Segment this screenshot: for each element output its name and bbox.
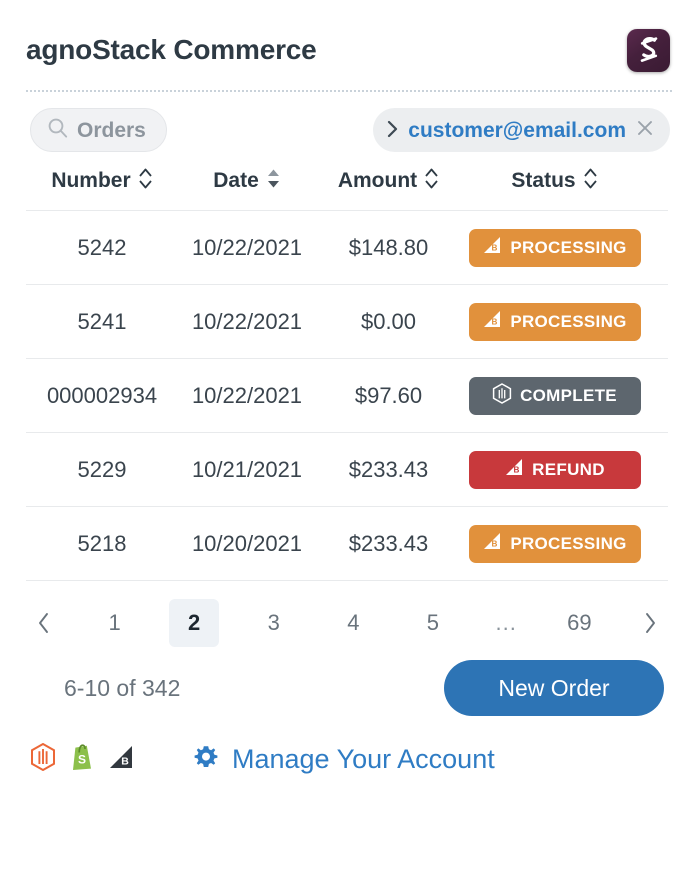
- column-label: Date: [213, 169, 259, 192]
- table-row[interactable]: 5241 10/22/2021 $0.00 B PROCESSING: [26, 284, 668, 358]
- status-label: COMPLETE: [520, 385, 617, 405]
- chevron-right-icon[interactable]: [387, 120, 398, 141]
- svg-text:S: S: [78, 753, 86, 767]
- table-bottom-border: [26, 580, 668, 581]
- cell-amount: $233.43: [348, 456, 429, 482]
- cell-date: 10/22/2021: [191, 234, 303, 260]
- column-header-amount[interactable]: Amount: [316, 166, 461, 197]
- pagination: 1 2 3 4 5 ... 69: [26, 591, 668, 655]
- pagination-page-1[interactable]: 1: [90, 599, 140, 647]
- status-badge: B PROCESSING: [468, 302, 641, 341]
- app-header: agnoStack Commerce: [0, 0, 694, 76]
- cell-number: 5229: [77, 456, 127, 482]
- sort-icon[interactable]: [424, 166, 439, 197]
- cell-status: B PROCESSING: [461, 228, 648, 267]
- status-badge: B PROCESSING: [468, 524, 641, 563]
- table-header-row: Number Date Amount Status: [26, 152, 668, 210]
- sort-icon[interactable]: [583, 166, 598, 197]
- svg-text:B: B: [492, 243, 498, 252]
- result-range-text: 6-10 of 342: [64, 674, 181, 701]
- magento-icon: [492, 382, 512, 409]
- bigcommerce-icon[interactable]: B: [108, 744, 134, 775]
- cell-number: 5242: [77, 234, 127, 260]
- cell-date: 10/22/2021: [191, 308, 303, 334]
- orders-table: Number Date Amount Status 5242 10/22/202…: [26, 152, 668, 581]
- svg-text:B: B: [492, 317, 498, 326]
- column-label: Number: [51, 169, 131, 192]
- cell-status: COMPLETE: [461, 376, 648, 415]
- close-icon[interactable]: [636, 119, 654, 141]
- table-row[interactable]: 5229 10/21/2021 $233.43 B REFUND: [26, 432, 668, 506]
- magento-icon[interactable]: [30, 742, 56, 776]
- cell-number: 000002934: [46, 382, 158, 408]
- manage-account-label: Manage Your Account: [232, 744, 495, 774]
- cell-date: 10/20/2021: [191, 530, 303, 556]
- status-label: PROCESSING: [510, 311, 627, 331]
- sort-icon[interactable]: [138, 166, 153, 197]
- table-row[interactable]: 000002934 10/22/2021 $97.60 COMPLETE: [26, 358, 668, 432]
- pagination-page-last[interactable]: 69: [554, 599, 604, 647]
- cell-status: B REFUND: [461, 450, 648, 489]
- cell-amount: $233.43: [348, 530, 429, 556]
- table-row[interactable]: 5218 10/20/2021 $233.43 B PROCESSING: [26, 506, 668, 580]
- manage-account-link[interactable]: Manage Your Account: [192, 743, 495, 776]
- platform-icon-group: S B: [30, 742, 134, 776]
- column-label: Amount: [337, 169, 418, 192]
- column-header-status[interactable]: Status: [461, 166, 648, 197]
- status-label: REFUND: [532, 459, 605, 479]
- bigcommerce-icon: B: [482, 309, 502, 334]
- pagination-next-button[interactable]: [634, 599, 668, 647]
- agnostack-commerce-panel: agnoStack Commerce Orders customer@email…: [0, 0, 694, 874]
- cell-amount: $0.00: [360, 308, 417, 334]
- cell-number: 5241: [77, 308, 127, 334]
- summary-row: 6-10 of 342 New Order: [0, 655, 694, 721]
- bigcommerce-icon: B: [504, 457, 524, 482]
- pagination-page-4[interactable]: 4: [328, 599, 378, 647]
- page-title: agnoStack Commerce: [26, 34, 317, 65]
- pagination-prev-button[interactable]: [26, 599, 60, 647]
- pagination-page-2[interactable]: 2: [169, 599, 220, 647]
- cell-number: 5218: [77, 530, 127, 556]
- status-label: PROCESSING: [510, 533, 627, 553]
- status-label: PROCESSING: [510, 237, 627, 257]
- shopify-icon[interactable]: S: [70, 743, 94, 776]
- footer: S B Manage Your Account: [0, 721, 694, 776]
- pagination-page-5[interactable]: 5: [408, 599, 458, 647]
- pagination-page-3[interactable]: 3: [249, 599, 299, 647]
- pagination-ellipsis: ...: [495, 610, 517, 635]
- customer-email[interactable]: customer@email.com: [408, 120, 626, 141]
- search-label: Orders: [77, 118, 146, 142]
- search-input[interactable]: Orders: [30, 108, 167, 152]
- status-badge: COMPLETE: [468, 376, 641, 415]
- agnostack-logo-icon: [627, 28, 670, 72]
- gear-icon: [192, 743, 220, 776]
- sort-icon-active[interactable]: [266, 166, 281, 197]
- cell-status: B PROCESSING: [461, 524, 648, 563]
- svg-text:B: B: [492, 539, 498, 548]
- filter-bar: Orders customer@email.com: [0, 92, 694, 152]
- bigcommerce-icon: B: [482, 531, 502, 556]
- cell-amount: $97.60: [354, 382, 423, 408]
- svg-text:B: B: [121, 756, 129, 768]
- status-badge: B REFUND: [468, 450, 641, 489]
- cell-date: 10/21/2021: [191, 456, 303, 482]
- cell-status: B PROCESSING: [461, 302, 648, 341]
- customer-filter-chip[interactable]: customer@email.com: [373, 108, 670, 152]
- cell-date: 10/22/2021: [191, 382, 303, 408]
- search-icon: [47, 117, 68, 143]
- new-order-button[interactable]: New Order: [444, 660, 664, 716]
- status-badge: B PROCESSING: [468, 228, 641, 267]
- cell-amount: $148.80: [348, 234, 429, 260]
- table-row[interactable]: 5242 10/22/2021 $148.80 B PROCESSING: [26, 210, 668, 284]
- bigcommerce-icon: B: [482, 235, 502, 260]
- svg-text:B: B: [514, 465, 520, 474]
- column-header-number[interactable]: Number: [26, 166, 178, 197]
- column-header-date[interactable]: Date: [178, 166, 316, 197]
- column-label: Status: [511, 169, 576, 192]
